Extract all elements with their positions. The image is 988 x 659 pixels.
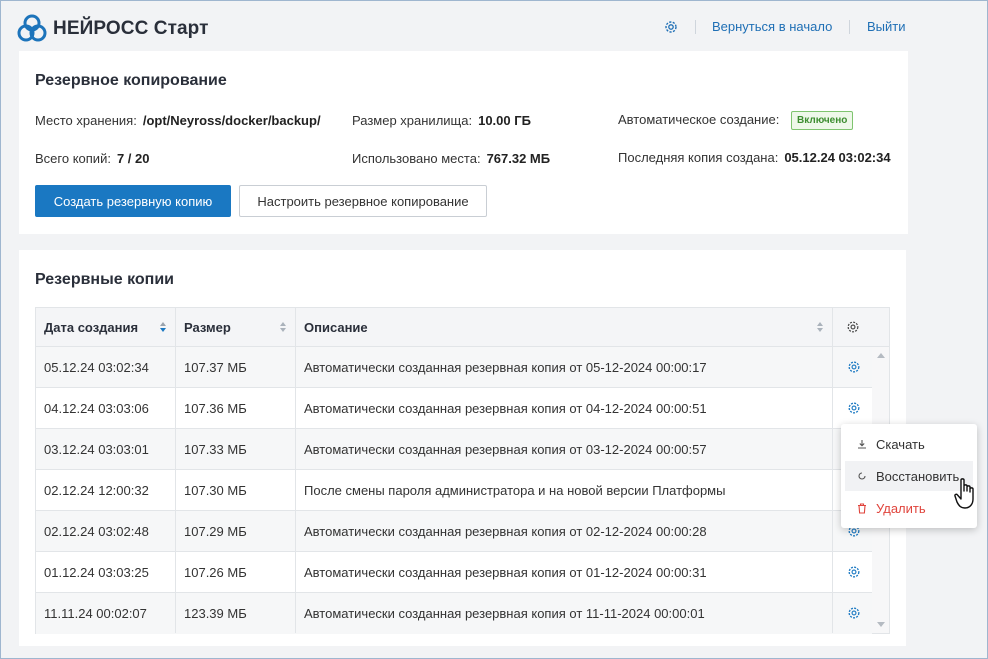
row-actions-gear-icon[interactable]	[847, 606, 861, 620]
home-link[interactable]: Вернуться в начало	[712, 19, 832, 34]
cell-description: Автоматически созданная резервная копия …	[296, 388, 833, 428]
table-header: Дата создания Размер Описание	[36, 308, 889, 347]
row-actions-gear-icon[interactable]	[847, 360, 861, 374]
column-size-header[interactable]: Размер	[176, 308, 296, 347]
used-space-value: 767.32 МБ	[486, 151, 551, 166]
column-description-label: Описание	[304, 320, 368, 335]
cell-description: После смены пароля администратора и на н…	[296, 470, 833, 510]
table-row[interactable]: 03.12.24 03:03:01 107.33 МБ Автоматическ…	[36, 429, 872, 470]
cell-date: 05.12.24 03:02:34	[36, 347, 176, 387]
table-row[interactable]: 02.12.24 03:02:48 107.29 МБ Автоматическ…	[36, 511, 872, 552]
row-actions-gear-icon[interactable]	[847, 565, 861, 579]
menu-download[interactable]: Скачать	[845, 429, 973, 459]
menu-delete-label: Удалить	[876, 500, 926, 516]
scroll-down-arrow-icon[interactable]	[877, 622, 885, 627]
header-divider	[695, 20, 696, 34]
table-row[interactable]: 04.12.24 03:03:06 107.36 МБ Автоматическ…	[36, 388, 872, 429]
sort-icon	[280, 322, 286, 332]
cell-date: 01.12.24 03:03:25	[36, 552, 176, 592]
cell-description: Автоматически созданная резервная копия …	[296, 347, 833, 387]
cell-size: 107.36 МБ	[176, 388, 296, 428]
auto-create-status-badge: Включено	[791, 111, 854, 130]
table-row[interactable]: 05.12.24 03:02:34 107.37 МБ Автоматическ…	[36, 347, 872, 388]
total-copies-value: 7 / 20	[116, 151, 150, 166]
total-copies: Всего копий: 7 / 20	[35, 151, 149, 166]
used-space-label: Использовано места:	[352, 151, 481, 166]
logout-link[interactable]: Выйти	[867, 19, 906, 34]
cell-date: 02.12.24 03:02:48	[36, 511, 176, 551]
cell-size: 123.39 МБ	[176, 593, 296, 633]
cell-description: Автоматически созданная резервная копия …	[296, 552, 833, 592]
download-icon	[858, 440, 866, 449]
scroll-up-arrow-icon[interactable]	[877, 353, 885, 358]
menu-restore-label: Восстановить	[876, 468, 960, 484]
settings-gear-icon[interactable]	[663, 19, 679, 35]
column-date-label: Дата создания	[44, 320, 139, 335]
cell-description: Автоматически созданная резервная копия …	[296, 593, 833, 633]
last-copy-label: Последняя копия создана:	[618, 150, 779, 165]
auto-create-label: Автоматическое создание:	[618, 112, 780, 127]
hand-pointer-cursor-icon	[954, 478, 974, 509]
cell-date: 04.12.24 03:03:06	[36, 388, 176, 428]
storage-location-value: /opt/Neyross/docker/backup/	[142, 113, 321, 128]
cell-size: 107.37 МБ	[176, 347, 296, 387]
storage-location-label: Место хранения:	[35, 113, 137, 128]
neyross-logo-icon	[17, 14, 47, 42]
table-row[interactable]: 11.11.24 00:02:07 123.39 МБ Автоматическ…	[36, 593, 872, 634]
last-copy-value: 05.12.24 03:02:34	[784, 150, 891, 165]
storage-size-label: Размер хранилища:	[352, 113, 473, 128]
row-actions-gear-icon[interactable]	[847, 401, 861, 415]
cell-description: Автоматически созданная резервная копия …	[296, 511, 833, 551]
configure-backup-button[interactable]: Настроить резервное копирование	[239, 185, 487, 217]
app-title: НЕЙРОСС Старт	[53, 18, 209, 39]
backups-title: Резервные копии	[35, 271, 174, 288]
cell-size: 107.33 МБ	[176, 429, 296, 469]
storage-location: Место хранения: /opt/Neyross/docker/backu…	[35, 113, 321, 128]
cell-size: 107.29 МБ	[176, 511, 296, 551]
menu-download-label: Скачать	[876, 436, 925, 452]
backup-title: Резервное копирование	[35, 72, 227, 89]
row-actions-menu: Скачать Восстановить Удалить	[841, 424, 977, 528]
header-divider	[849, 20, 850, 34]
used-space: Использовано места: 767.32 МБ	[352, 151, 550, 166]
app-header: НЕЙРОСС Старт Вернуться в начало Выйти	[1, 1, 987, 51]
cell-size: 107.30 МБ	[176, 470, 296, 510]
cell-date: 02.12.24 12:00:32	[36, 470, 176, 510]
sort-icon	[817, 322, 823, 332]
cell-size: 107.26 МБ	[176, 552, 296, 592]
cell-date: 11.11.24 00:02:07	[36, 593, 176, 633]
column-size-label: Размер	[184, 320, 231, 335]
table-settings-gear-icon[interactable]	[846, 320, 860, 334]
table-row[interactable]: 02.12.24 12:00:32 107.30 МБ После смены …	[36, 470, 872, 511]
column-date-header[interactable]: Дата создания	[36, 308, 176, 347]
total-copies-label: Всего копий:	[35, 151, 111, 166]
storage-size: Размер хранилища: 10.00 ГБ	[352, 113, 531, 128]
storage-size-value: 10.00 ГБ	[478, 113, 531, 128]
restore-icon	[858, 472, 866, 480]
table-row[interactable]: 01.12.24 03:03:25 107.26 МБ Автоматическ…	[36, 552, 872, 593]
cell-date: 03.12.24 03:03:01	[36, 429, 176, 469]
backup-settings-card: Резервное копирование Место хранения: /op…	[19, 51, 908, 234]
trash-icon	[858, 502, 866, 514]
last-copy: Последняя копия создана: 05.12.24 03:02:3…	[618, 150, 891, 165]
cell-description: Автоматически созданная резервная копия …	[296, 429, 833, 469]
column-description-header[interactable]: Описание	[296, 308, 833, 347]
backups-table: Дата создания Размер Описание 05.12.24 0…	[35, 307, 890, 634]
create-backup-button[interactable]: Создать резервную копию	[35, 185, 231, 217]
sort-active-icon	[160, 322, 166, 332]
